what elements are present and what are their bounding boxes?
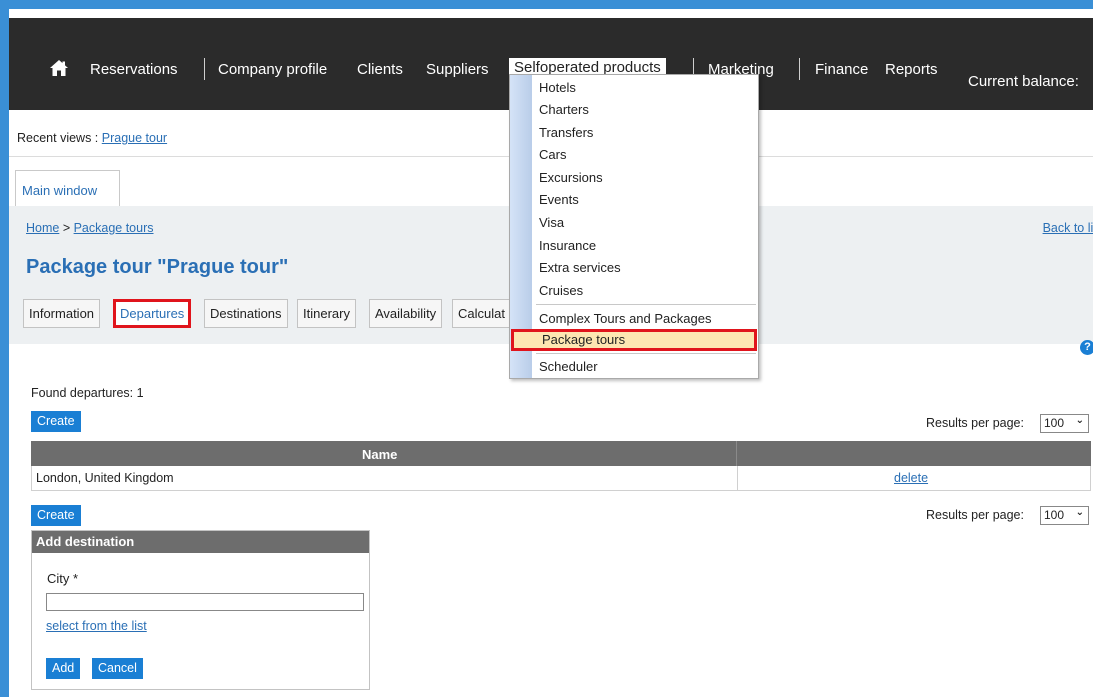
table-header: Name xyxy=(31,441,1091,466)
column-divider xyxy=(736,441,737,466)
tab-availability[interactable]: Availability xyxy=(369,299,443,328)
nav-reservations[interactable]: Reservations xyxy=(90,61,178,78)
tab-calculation[interactable]: Calculat xyxy=(452,299,511,328)
nav-suppliers[interactable]: Suppliers xyxy=(426,61,489,78)
breadcrumb-home[interactable]: Home xyxy=(26,221,59,235)
city-input[interactable] xyxy=(46,593,364,611)
breadcrumb-separator: > xyxy=(59,221,74,235)
nav-divider xyxy=(204,58,205,80)
tab-destinations[interactable]: Destinations xyxy=(204,299,288,328)
nav-finance[interactable]: Finance xyxy=(815,61,868,78)
tab-itinerary[interactable]: Itinerary xyxy=(297,299,356,328)
select-from-list-link[interactable]: select from the list xyxy=(46,619,147,633)
results-per-page-value: 100 xyxy=(1044,416,1065,430)
add-destination-form: Add destination City * select from the l… xyxy=(31,530,370,690)
selfoperated-products-menu: Hotels Charters Transfers Cars Excursion… xyxy=(509,74,759,379)
city-label: City * xyxy=(47,571,79,586)
menu-item-cruises[interactable]: Cruises xyxy=(532,280,758,302)
results-per-page-select-bottom[interactable]: 100 ⌄ xyxy=(1040,506,1089,525)
menu-item-visa[interactable]: Visa xyxy=(532,212,758,234)
tab-information[interactable]: Information xyxy=(23,299,101,328)
column-header-name: Name xyxy=(362,447,398,462)
table-row: London, United Kingdom delete xyxy=(31,466,1091,491)
recent-view-link[interactable]: Prague tour xyxy=(102,131,167,145)
menu-item-events[interactable]: Events xyxy=(532,189,758,211)
departure-name-cell: London, United Kingdom xyxy=(36,471,174,485)
departures-table: Name London, United Kingdom delete xyxy=(31,441,1091,491)
menu-item-transfers[interactable]: Transfers xyxy=(532,122,758,144)
current-balance-label: Current balance: xyxy=(968,73,1079,90)
menu-separator xyxy=(536,353,756,354)
menu-item-cars[interactable]: Cars xyxy=(532,144,758,166)
add-destination-title: Add destination xyxy=(32,531,369,553)
tab-main-window[interactable]: Main window xyxy=(15,170,120,206)
menu-item-scheduler[interactable]: Scheduler xyxy=(532,356,758,378)
nav-company-profile[interactable]: Company profile xyxy=(218,61,327,78)
menu-item-charters[interactable]: Charters xyxy=(532,99,758,121)
delete-link[interactable]: delete xyxy=(894,471,928,485)
menu-item-complex-tours[interactable]: Complex Tours and Packages xyxy=(532,308,758,330)
page-title: Package tour "Prague tour" xyxy=(26,256,289,278)
menu-separator xyxy=(536,304,756,305)
menu-item-insurance[interactable]: Insurance xyxy=(532,235,758,257)
tab-departures[interactable]: Departures xyxy=(113,299,192,328)
create-button-bottom[interactable]: Create xyxy=(31,505,81,526)
breadcrumb: Home > Package tours xyxy=(26,221,154,235)
results-per-page-label: Results per page: xyxy=(926,416,1024,430)
menu-item-excursions[interactable]: Excursions xyxy=(532,167,758,189)
back-to-list-link[interactable]: Back to list xyxy=(1043,221,1093,235)
column-divider xyxy=(737,466,738,490)
menu-item-hotels[interactable]: Hotels xyxy=(532,77,758,99)
results-per-page-value: 100 xyxy=(1044,508,1065,522)
nav-divider xyxy=(799,58,800,80)
nav-reports[interactable]: Reports xyxy=(885,61,938,78)
create-button[interactable]: Create xyxy=(31,411,81,432)
found-departures-count: Found departures: 1 xyxy=(31,386,144,400)
menu-item-package-tours[interactable]: Package tours xyxy=(511,329,757,351)
help-icon[interactable]: ? xyxy=(1080,340,1093,355)
breadcrumb-package-tours[interactable]: Package tours xyxy=(74,221,154,235)
cancel-button[interactable]: Cancel xyxy=(92,658,143,679)
app-window: Reservations Company profile Clients Sup… xyxy=(9,9,1093,697)
add-button[interactable]: Add xyxy=(46,658,81,679)
chevron-down-icon: ⌄ xyxy=(1075,415,1084,426)
results-per-page-label-bottom: Results per page: xyxy=(926,508,1024,522)
results-per-page-select[interactable]: 100 ⌄ xyxy=(1040,414,1089,433)
home-icon[interactable] xyxy=(49,59,69,80)
recent-views-label: Recent views : xyxy=(17,131,99,145)
menu-item-extra-services[interactable]: Extra services xyxy=(532,257,758,279)
chevron-down-icon: ⌄ xyxy=(1075,507,1084,518)
nav-clients[interactable]: Clients xyxy=(357,61,403,78)
